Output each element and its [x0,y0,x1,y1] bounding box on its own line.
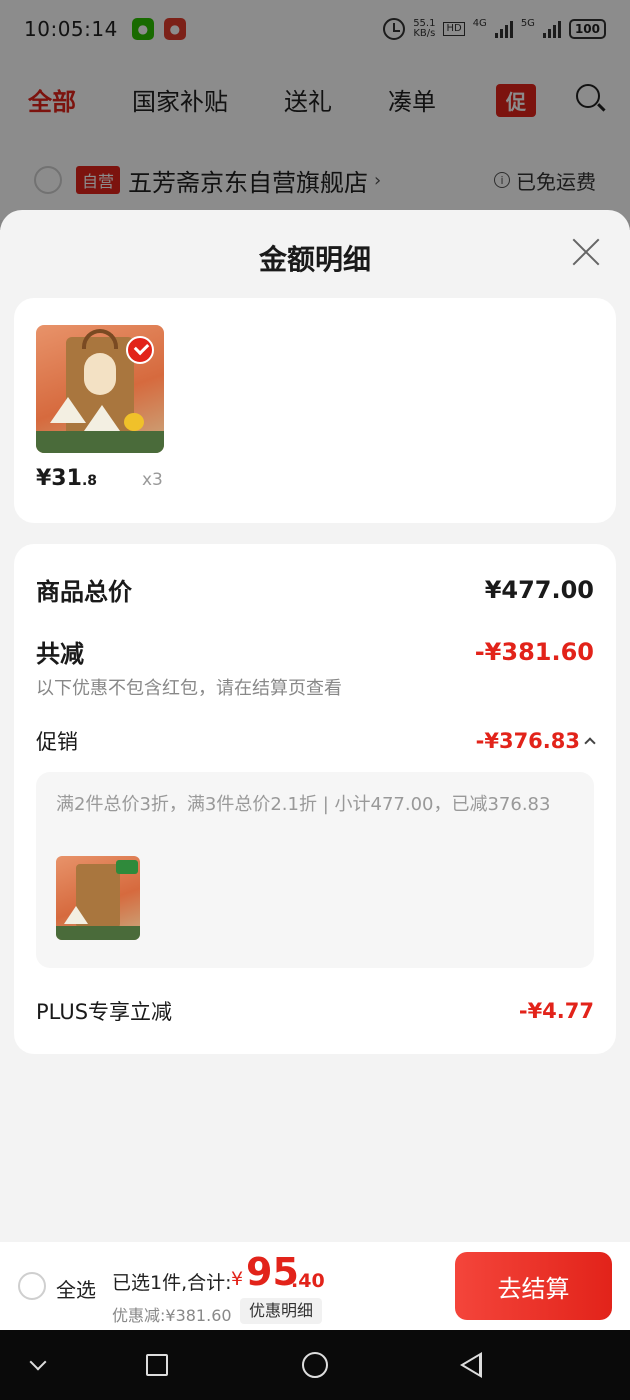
selected-products-card: ¥31.8 x3 [14,298,616,523]
total-value: ¥477.00 [484,575,594,604]
amount-detail-sheet: 金额明细 ¥31.8 x3 商品总价 ¥477.00 共减 -¥381.60 以… [0,210,630,1242]
product-price: ¥31.8 [36,466,97,491]
nav-recent-icon[interactable] [146,1354,168,1376]
sheet-title: 金额明细 [258,243,371,276]
select-all-radio[interactable] [18,1272,46,1300]
product-quantity: x3 [142,470,163,490]
close-icon[interactable] [570,236,602,268]
plus-label: PLUS专享立减 [36,1000,173,1024]
system-nav-bar [0,1330,630,1400]
reduce-value: -¥381.60 [474,637,594,666]
total-label: 商品总价 [36,578,132,606]
currency-symbol: ¥ [231,1268,244,1290]
promo-detail-box: 满2件总价3折，满3件总价2.1折 | 小计477.00，已减376.83 [36,772,594,968]
reduce-note: 以下优惠不包含红包，请在结算页查看 [36,678,342,699]
promo-label: 促销 [36,730,78,754]
nav-down-icon[interactable] [29,1353,47,1371]
checkout-button[interactable]: 去结算 [455,1252,612,1320]
reduce-row: 共减 -¥381.60 [36,634,594,669]
plus-value: -¥4.77 [518,999,594,1023]
promo-value-wrap[interactable]: -¥376.83 [475,729,596,753]
promo-product-image[interactable] [56,856,140,940]
promo-description: 满2件总价3折，满3件总价2.1折 | 小计477.00，已减376.83 [56,794,551,815]
nav-home-icon[interactable] [302,1352,328,1378]
discount-detail-button[interactable]: 优惠明细 [240,1298,323,1324]
saved-amount: 优惠减:¥381.60 [112,1306,232,1325]
reduce-label: 共减 [36,640,84,668]
promo-value: -¥376.83 [475,729,580,753]
overlay-dim[interactable] [0,0,630,230]
price-summary-card: 商品总价 ¥477.00 共减 -¥381.60 以下优惠不包含红包，请在结算页… [14,544,616,1054]
check-icon [126,336,154,364]
total-amount-dec: .40 [291,1270,325,1292]
select-all-label[interactable]: 全选 [56,1274,96,1303]
selected-summary: 已选1件,合计: [112,1272,232,1294]
checkout-bar: 全选 已选1件,合计: ¥ 95 .40 优惠减:¥381.60 优惠明细 去结… [0,1242,630,1330]
plus-row: PLUS专享立减 -¥4.77 [36,996,594,1026]
chevron-up-icon[interactable] [584,737,596,749]
promo-row[interactable]: 促销 -¥376.83 [36,726,596,756]
nav-back-icon[interactable] [460,1352,482,1378]
total-row: 商品总价 ¥477.00 [36,572,594,607]
